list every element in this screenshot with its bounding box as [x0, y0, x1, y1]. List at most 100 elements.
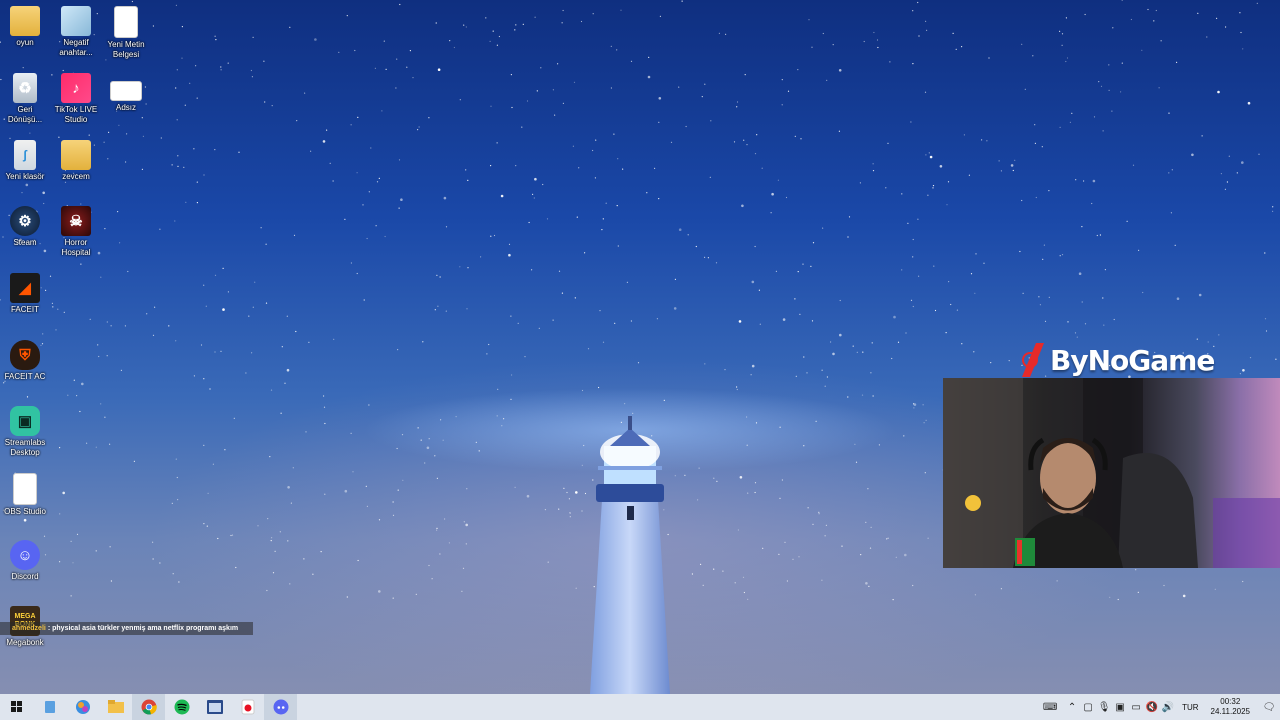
- chrome-button[interactable]: [132, 694, 165, 720]
- star: [872, 395, 874, 397]
- desktop-icon-tiktok-live[interactable]: ♪ TikTok LIVE Studio: [51, 73, 101, 125]
- desktop-icon-streamlabs[interactable]: ▣ Streamlabs Desktop: [0, 406, 50, 458]
- star: [1100, 85, 1103, 87]
- desktop-icon-oyun[interactable]: oyun: [0, 6, 50, 48]
- star: [383, 40, 385, 42]
- star: [1218, 334, 1220, 336]
- star: [626, 281, 629, 283]
- star: [428, 438, 430, 440]
- desktop-icon-negatif[interactable]: Negatif anahtar...: [51, 6, 101, 58]
- app-tray-icon[interactable]: ▢: [1080, 694, 1096, 720]
- star: [1024, 88, 1026, 90]
- file-explorer-icon: [107, 700, 124, 713]
- star: [356, 172, 358, 174]
- star: [825, 524, 828, 526]
- star: [737, 529, 740, 531]
- mute-icon[interactable]: 🔇: [1144, 694, 1160, 720]
- chevron-up-icon[interactable]: ⌃: [1064, 694, 1080, 720]
- keyboard-icon[interactable]: ⌨: [1036, 694, 1064, 720]
- star: [839, 299, 841, 302]
- star: [344, 489, 348, 493]
- star: [346, 596, 348, 598]
- star: [656, 318, 659, 320]
- star: [700, 563, 702, 566]
- star: [910, 121, 912, 123]
- star: [418, 126, 420, 128]
- star: [1034, 142, 1036, 144]
- desktop-icon-faceit[interactable]: ◢ FACEIT: [0, 273, 50, 315]
- desktop-icon-steam[interactable]: ⚙ Steam: [0, 206, 50, 248]
- star: [29, 132, 31, 134]
- desktop-icon-horror-hospital[interactable]: ☠ Horror Hospital: [51, 206, 101, 258]
- star: [1112, 27, 1114, 29]
- star: [227, 291, 229, 293]
- star: [698, 467, 700, 469]
- star: [647, 75, 651, 79]
- notification-icon[interactable]: 🗨: [1258, 694, 1280, 720]
- star: [434, 309, 436, 311]
- star: [1038, 296, 1040, 298]
- desktop-icon-zevcem[interactable]: zevcem: [51, 140, 101, 182]
- star: [431, 578, 433, 580]
- spotify-button[interactable]: [165, 694, 198, 720]
- network-icon[interactable]: ▭: [1128, 694, 1144, 720]
- star: [108, 131, 110, 133]
- star: [605, 202, 607, 204]
- star: [925, 419, 927, 421]
- star: [617, 245, 619, 247]
- search-button[interactable]: [33, 694, 66, 720]
- star: [368, 191, 370, 193]
- security-icon[interactable]: ▣: [1112, 694, 1128, 720]
- star: [917, 1, 919, 4]
- file-explorer-button[interactable]: [99, 694, 132, 720]
- star: [399, 3, 401, 6]
- star: [117, 211, 119, 213]
- star: [781, 479, 784, 481]
- star: [713, 477, 715, 479]
- star: [465, 523, 469, 527]
- star: [436, 274, 438, 276]
- star: [141, 168, 143, 170]
- desktop-icon-adsiz[interactable]: Adsız: [101, 73, 151, 113]
- star: [257, 525, 259, 527]
- star: [925, 20, 927, 22]
- star: [43, 202, 45, 205]
- star: [233, 417, 235, 419]
- star: [739, 476, 743, 479]
- star: [747, 598, 749, 601]
- microphone-icon[interactable]: 🎙: [1096, 694, 1112, 720]
- star: [9, 137, 11, 139]
- star: [73, 379, 75, 381]
- star: [815, 420, 817, 422]
- start-button[interactable]: [0, 694, 33, 720]
- star: [905, 332, 907, 334]
- language-indicator[interactable]: TUR: [1182, 703, 1198, 712]
- star: [492, 30, 494, 32]
- star: [684, 474, 686, 476]
- recorder-button[interactable]: [231, 694, 264, 720]
- desktop-icon-yeni-klasor[interactable]: ʃ Yeni klasör: [0, 140, 50, 182]
- star: [575, 587, 577, 589]
- star: [893, 315, 896, 319]
- star: [1171, 169, 1173, 171]
- star: [865, 521, 867, 524]
- star: [274, 550, 276, 552]
- star: [490, 235, 492, 237]
- desktop-icon-obs-studio[interactable]: OBS Studio: [0, 473, 50, 517]
- star: [110, 325, 112, 327]
- volume-icon[interactable]: 🔊: [1160, 694, 1176, 720]
- copilot-button[interactable]: [66, 694, 99, 720]
- desktop-icon-discord[interactable]: ☺ Discord: [0, 540, 50, 582]
- star: [961, 46, 963, 48]
- desktop-icon-yeni-metin[interactable]: Yeni Metin Belgesi: [101, 6, 151, 60]
- star: [557, 63, 559, 65]
- desktop-icon-faceit-ac[interactable]: ⛨ FACEIT AC: [0, 340, 50, 382]
- desktop-icon-recycle-bin[interactable]: ♻ Geri Dönüşü...: [0, 73, 50, 125]
- star: [434, 455, 436, 457]
- star: [214, 35, 216, 37]
- app-window-button[interactable]: [198, 694, 231, 720]
- discord-taskbar-button[interactable]: [264, 694, 297, 720]
- clock[interactable]: 00:32 24.11.2025: [1211, 697, 1250, 717]
- star: [251, 352, 253, 354]
- star: [913, 403, 915, 405]
